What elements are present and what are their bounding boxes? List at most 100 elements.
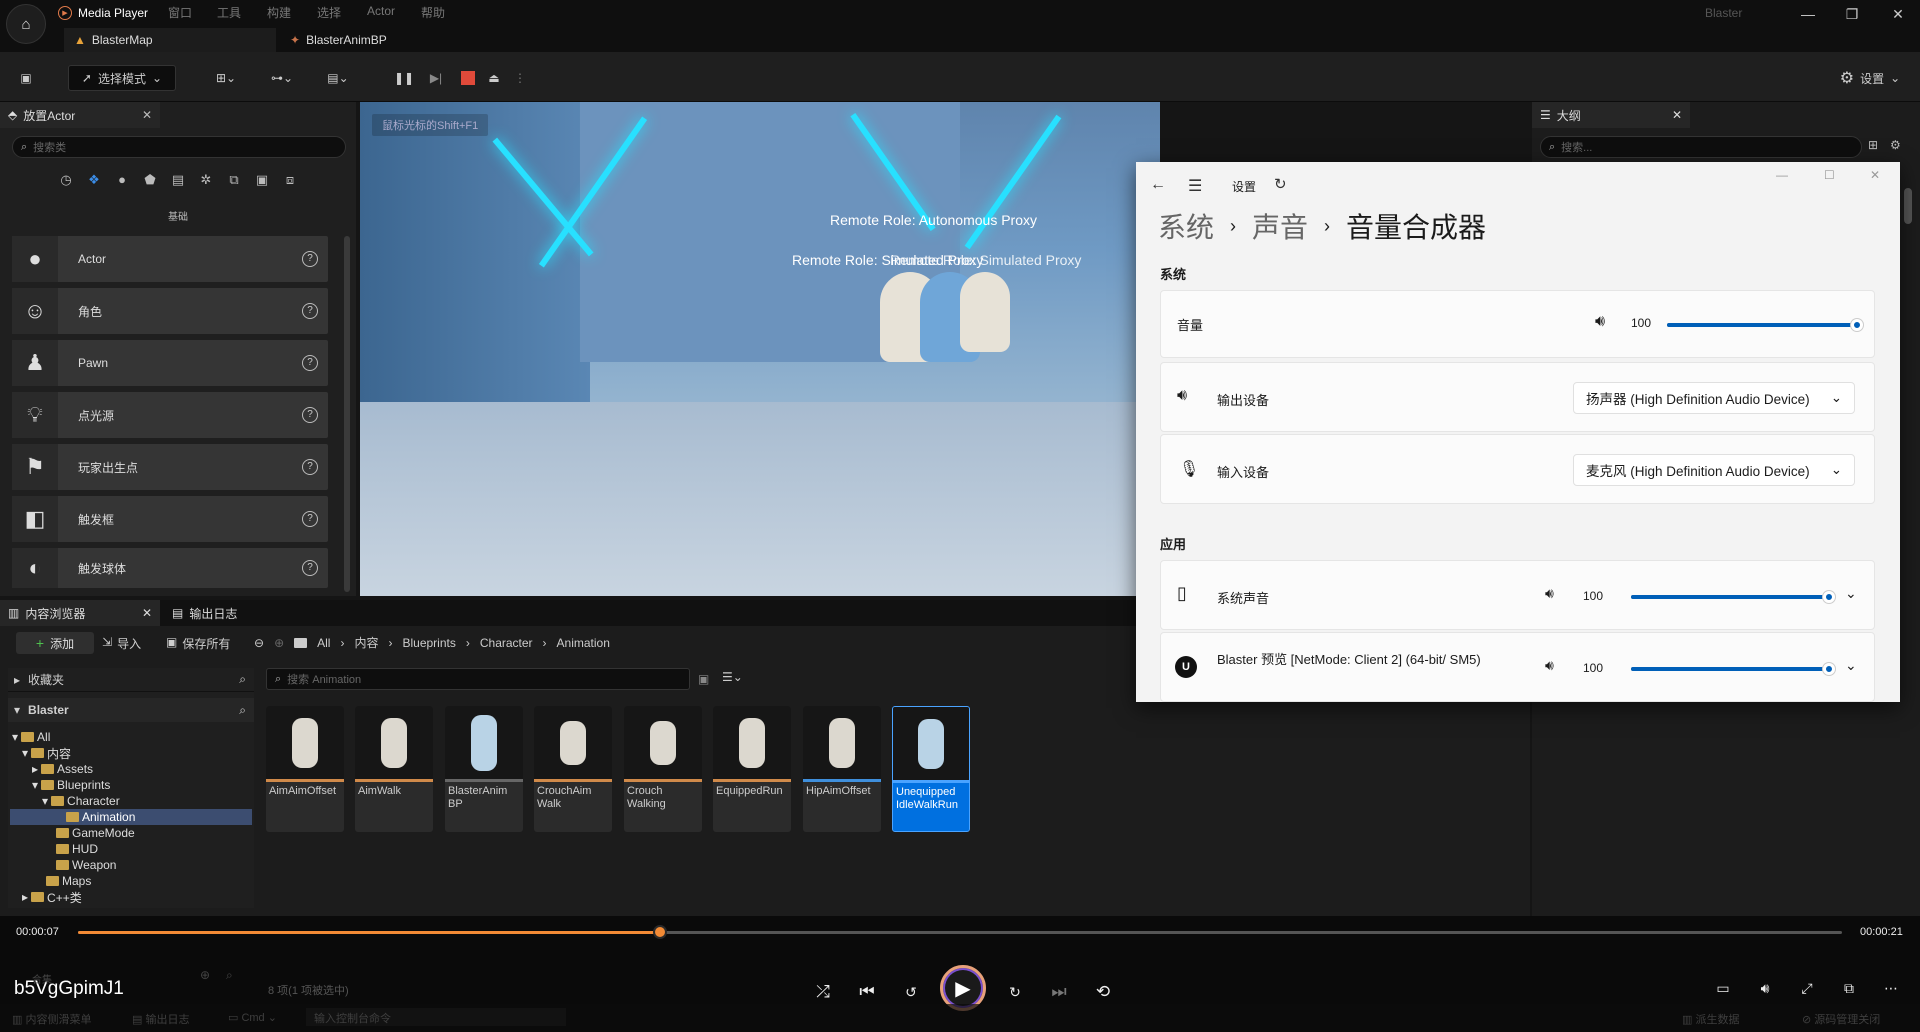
asset-tile[interactable]: AimWalk [355,706,433,832]
crumb-sound[interactable]: 声音 [1252,206,1308,246]
mini-player-icon[interactable]: ⧉ [1834,973,1864,1003]
breadcrumb-all[interactable]: All [317,636,330,650]
outliner-scrollbar[interactable] [1904,188,1912,224]
import-button[interactable]: ⇲ 导入 [102,635,141,652]
help-icon[interactable]: ? [302,407,318,423]
more-icon[interactable]: ⋮ [512,65,528,91]
tab-content-browser[interactable]: ▥ 内容浏览器 ✕ [0,600,160,626]
actor-search-input[interactable]: ⌕ 搜索类 [12,136,346,158]
tree-item-assets[interactable]: ▸ Assets [32,761,93,777]
outliner-tab[interactable]: ☰ 大纲 ✕ [1532,102,1690,128]
refresh-icon[interactable]: ↻ [1274,175,1287,193]
actor-item-trigger-sphere[interactable]: ◐ 触发球体? [12,548,328,588]
help-icon[interactable]: ? [302,560,318,576]
actor-item-character[interactable]: ☺ 角色? [12,288,328,334]
help-icon[interactable]: ? [302,355,318,371]
tab-blastermap[interactable]: ▲ BlasterMap [64,28,276,52]
search-icon[interactable]: ⌕ [239,672,246,687]
skip-frame-icon[interactable]: ▶| [424,65,448,91]
asset-tile[interactable]: AimAimOffset [266,706,344,832]
add-folder-icon[interactable]: ⊞ [1868,138,1878,152]
close-icon[interactable]: ✕ [142,606,152,620]
close-icon[interactable]: ✕ [142,108,152,122]
tree-item-cpp-classes[interactable]: ▸ C++类 [22,889,82,905]
tree-item-gamemode[interactable]: GameMode [56,825,135,841]
app-volume-slider[interactable] [1631,595,1829,599]
app-volume-slider[interactable] [1631,667,1829,671]
help-icon[interactable]: ? [302,303,318,319]
tab-output-log[interactable]: ▤ 输出日志 [164,600,274,626]
tree-item-all[interactable]: ▾ All [12,729,50,745]
maximize-button[interactable]: ❐ [1834,6,1870,26]
cinematic-icon[interactable]: ▤ [168,172,188,188]
eject-icon[interactable]: ⏏ [482,65,506,91]
minimize-button[interactable]: — [1776,168,1788,182]
app-volume-slider-knob[interactable] [1823,591,1835,603]
menu-window[interactable]: 窗口 [168,4,192,21]
output-log-button[interactable]: ▤ 输出日志 [132,1011,189,1027]
tree-item-hud[interactable]: HUD [56,841,98,857]
outliner-search-input[interactable]: ⌕ 搜索... [1540,136,1862,158]
output-device-dropdown[interactable]: 扬声器 (High Definition Audio Device) ⌄ [1573,382,1855,414]
add-content-icon[interactable]: ⊞⌄ [206,65,246,91]
tree-item-animation[interactable]: Animation [10,809,252,825]
next-icon[interactable]: ⏭ [1044,977,1074,1007]
speaker-icon[interactable]: 🔊︎ [1595,313,1605,331]
captions-icon[interactable]: ▭ [1708,973,1738,1003]
more-options-icon[interactable]: ⋯ [1876,973,1906,1003]
settings-button[interactable]: ⚙ 设置 ⌄ [1834,65,1906,91]
breadcrumb-character[interactable]: Character [480,636,533,650]
all-classes-icon[interactable]: ⧈ [280,172,300,188]
close-button[interactable]: ✕ [1880,6,1916,26]
minimize-button[interactable]: — [1790,6,1826,26]
previous-icon[interactable]: ⏮ [852,977,882,1007]
tree-item-maps[interactable]: Maps [46,873,91,889]
blueprint-icon[interactable]: ⊶⌄ [262,65,302,91]
asset-tile[interactable]: Crouch Walking [624,706,702,832]
close-button[interactable]: ✕ [1870,168,1880,182]
tree-item-weapon[interactable]: Weapon [56,857,116,873]
unreal-logo-icon[interactable]: ⌂ [6,4,46,44]
speaker-icon[interactable]: 🔊︎ [1545,585,1554,602]
filter-icon[interactable]: ☰⌄ [722,670,743,684]
volumes-icon[interactable]: ▣ [252,172,272,188]
tree-item-content[interactable]: ▾ 内容 [22,745,71,761]
actor-list-scrollbar[interactable] [344,236,350,592]
actor-item-actor[interactable]: ● Actor? [12,236,328,282]
hamburger-menu-icon[interactable]: ☰ [1188,176,1202,196]
repeat-off-icon[interactable]: ⟲ [1088,977,1118,1007]
save-all-button[interactable]: ▣ 保存所有 [166,635,230,652]
seek-knob[interactable] [653,925,668,939]
shapes-icon[interactable]: ⬟ [140,172,160,188]
chevron-down-icon[interactable]: ⌄ [1845,657,1857,674]
tab-blasteranimbp[interactable]: ✦ BlasterAnimBP [280,28,460,52]
project-header[interactable]: ▾ Blaster ⌕ [8,698,254,722]
source-control-button[interactable]: ⊘ 源码管理关闭 [1802,1011,1880,1027]
actor-item-player-start[interactable]: ⚑ 玩家出生点? [12,444,328,490]
volume-slider[interactable] [1667,323,1857,327]
save-icon[interactable]: ▣ [12,65,40,91]
cinematics-icon[interactable]: ▤⌄ [318,65,358,91]
actor-item-point-light[interactable]: 💡︎ 点光源? [12,392,328,438]
menu-select[interactable]: 选择 [317,4,341,21]
content-drawer-button[interactable]: ▥ 内容侧滑菜单 [12,1011,91,1027]
asset-tile[interactable]: CrouchAim Walk [534,706,612,832]
lights-icon[interactable]: ● [112,172,132,188]
asset-tile[interactable]: BlasterAnim BP [445,706,523,832]
derived-data-button[interactable]: ▥ 派生数据 [1682,1011,1739,1027]
volume-icon[interactable]: 🔊︎ [1750,973,1780,1003]
console-command-input[interactable]: 输入控制台命令 [306,1008,566,1026]
asset-tile-selected[interactable]: Unequipped IdleWalkRun [892,706,970,832]
help-icon[interactable]: ? [302,459,318,475]
seek-bar[interactable] [78,931,1842,934]
chevron-down-icon[interactable]: ⌄ [1845,585,1857,602]
tree-item-character[interactable]: ▾ Character [42,793,120,809]
shuffle-icon[interactable]: ⤮ [808,977,838,1007]
search-icon[interactable]: ⌕ [226,968,233,983]
breadcrumb-blueprints[interactable]: Blueprints [402,636,455,650]
geometry-icon[interactable]: ⧉ [224,172,244,188]
input-device-dropdown[interactable]: 麦克风 (High Definition Audio Device) ⌄ [1573,454,1855,486]
level-viewport[interactable]: 鼠标光标的Shift+F1 Remote Role: Autonomous Pr… [360,102,1160,596]
asset-tile[interactable]: HipAimOffset [803,706,881,832]
breadcrumb-content[interactable]: 内容 [354,634,378,651]
